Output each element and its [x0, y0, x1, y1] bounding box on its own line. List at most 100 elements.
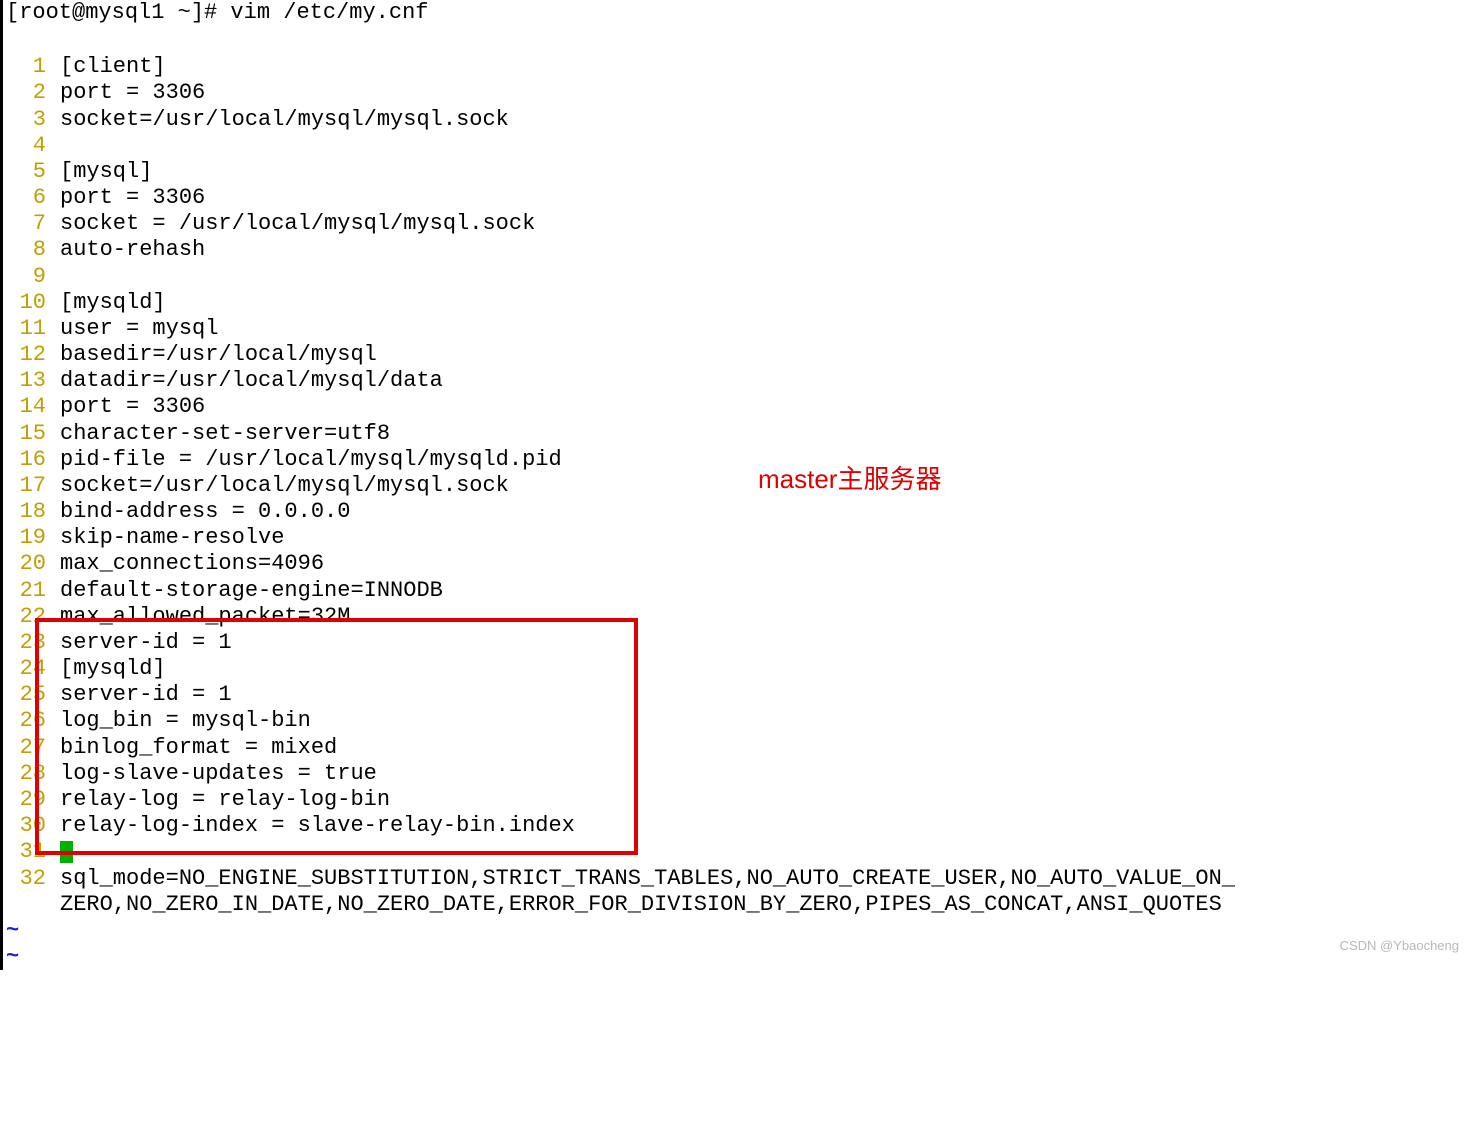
line-content[interactable]: [mysqld] [60, 290, 166, 316]
editor-line[interactable]: 20 max_connections=4096 [6, 551, 1467, 577]
line-number: 2 [6, 80, 46, 106]
editor-line[interactable]: 11 user = mysql [6, 316, 1467, 342]
line-content[interactable]: socket=/usr/local/mysql/mysql.sock [60, 107, 509, 133]
line-number: 31 [6, 839, 46, 865]
line-number: 8 [6, 237, 46, 263]
editor-line[interactable]: 18 bind-address = 0.0.0.0 [6, 499, 1467, 525]
editor-line[interactable]: 27 binlog_format = mixed [6, 735, 1467, 761]
line-content[interactable]: socket=/usr/local/mysql/mysql.sock [60, 473, 509, 499]
line-content[interactable]: max_allowed_packet=32M [60, 604, 350, 630]
vim-empty-line: ~ [6, 918, 1467, 944]
editor-line[interactable]: 25 server-id = 1 [6, 682, 1467, 708]
line-number: 20 [6, 551, 46, 577]
editor-line[interactable]: 22 max_allowed_packet=32M [6, 604, 1467, 630]
editor-line[interactable]: 30 relay-log-index = slave-relay-bin.inde… [6, 813, 1467, 839]
editor-line[interactable]: 23server-id = 1 [6, 630, 1467, 656]
line-number: 24 [6, 656, 46, 682]
line-number: 15 [6, 421, 46, 447]
line-content[interactable]: log-slave-updates = true [60, 761, 377, 787]
terminal-editor[interactable]: [root@mysql1 ~]# vim /etc/my.cnf 1 [clien… [0, 0, 1467, 970]
line-content[interactable]: sql_mode=NO_ENGINE_SUBSTITUTION,STRICT_T… [60, 866, 1235, 892]
shell-prompt-line: [root@mysql1 ~]# vim /etc/my.cnf [6, 0, 1467, 26]
line-number: 26 [6, 708, 46, 734]
line-number: 32 [6, 866, 46, 892]
line-number: 28 [6, 761, 46, 787]
line-number: 10 [6, 290, 46, 316]
line-content[interactable]: port = 3306 [60, 80, 205, 106]
line-number: 9 [6, 264, 46, 290]
editor-line[interactable]: 28 log-slave-updates = true [6, 761, 1467, 787]
editor-line[interactable]: 10 [mysqld] [6, 290, 1467, 316]
wrapped-line: ZERO,NO_ZERO_IN_DATE,NO_ZERO_DATE,ERROR_… [6, 892, 1467, 918]
editor-line[interactable]: 26 log_bin = mysql-bin [6, 708, 1467, 734]
line-content[interactable]: pid-file = /usr/local/mysql/mysqld.pid [60, 447, 562, 473]
line-number: 13 [6, 368, 46, 394]
editor-line[interactable]: 6 port = 3306 [6, 185, 1467, 211]
line-content[interactable]: default-storage-engine=INNODB [60, 578, 443, 604]
line-content[interactable]: basedir=/usr/local/mysql [60, 342, 377, 368]
line-content[interactable]: log_bin = mysql-bin [60, 708, 311, 734]
line-content[interactable]: max_connections=4096 [60, 551, 324, 577]
line-number: 30 [6, 813, 46, 839]
line-content[interactable]: skip-name-resolve [60, 525, 284, 551]
line-content[interactable]: relay-log-index = slave-relay-bin.index [60, 813, 575, 839]
line-content[interactable] [60, 839, 73, 865]
editor-line[interactable]: 8 auto-rehash [6, 237, 1467, 263]
line-content[interactable]: server-id = 1 [60, 630, 232, 656]
editor-line[interactable]: 13 datadir=/usr/local/mysql/data [6, 368, 1467, 394]
editor-line[interactable]: 4 [6, 133, 1467, 159]
editor-line[interactable]: 3 socket=/usr/local/mysql/mysql.sock [6, 107, 1467, 133]
editor-line[interactable]: 31 [6, 839, 1467, 865]
line-number: 25 [6, 682, 46, 708]
line-number: 19 [6, 525, 46, 551]
editor-line[interactable]: 24 [mysqld] [6, 656, 1467, 682]
line-content[interactable]: port = 3306 [60, 185, 205, 211]
line-content[interactable]: user = mysql [60, 316, 218, 342]
line-content[interactable]: bind-address = 0.0.0.0 [60, 499, 350, 525]
line-number: 18 [6, 499, 46, 525]
editor-line[interactable]: 14 port = 3306 [6, 394, 1467, 420]
line-content[interactable]: relay-log = relay-log-bin [60, 787, 390, 813]
line-number: 11 [6, 316, 46, 342]
editor-line[interactable]: 1 [client] [6, 54, 1467, 80]
editor-line[interactable]: 12 basedir=/usr/local/mysql [6, 342, 1467, 368]
editor-line[interactable]: 15 character-set-server=utf8 [6, 421, 1467, 447]
cursor [60, 841, 73, 863]
editor-line[interactable]: 29 relay-log = relay-log-bin [6, 787, 1467, 813]
line-number: 29 [6, 787, 46, 813]
line-number: 12 [6, 342, 46, 368]
line-number: 17 [6, 473, 46, 499]
line-number: 27 [6, 735, 46, 761]
editor-line[interactable]: 32 sql_mode=NO_ENGINE_SUBSTITUTION,STRICT… [6, 866, 1467, 892]
editor-line[interactable]: 2 port = 3306 [6, 80, 1467, 106]
line-content[interactable]: socket = /usr/local/mysql/mysql.sock [60, 211, 535, 237]
editor-line[interactable]: 17 socket=/usr/local/mysql/mysql.sock [6, 473, 1467, 499]
line-number: 16 [6, 447, 46, 473]
editor-line[interactable]: 16 pid-file = /usr/local/mysql/mysqld.pid [6, 447, 1467, 473]
line-number: 4 [6, 133, 46, 159]
line-number: 1 [6, 54, 46, 80]
annotation-label: master主服务器 [758, 464, 941, 495]
line-content[interactable]: auto-rehash [60, 237, 205, 263]
line-content[interactable]: [mysql] [60, 159, 152, 185]
line-content[interactable]: [mysqld] [60, 656, 166, 682]
vim-empty-line: ~ [6, 944, 1467, 970]
line-content[interactable]: [client] [60, 54, 166, 80]
line-number: 5 [6, 159, 46, 185]
line-content[interactable]: server-id = 1 [60, 682, 232, 708]
editor-line[interactable]: 21 default-storage-engine=INNODB [6, 578, 1467, 604]
line-content[interactable]: port = 3306 [60, 394, 205, 420]
line-number: 6 [6, 185, 46, 211]
line-content[interactable]: character-set-server=utf8 [60, 421, 390, 447]
line-number: 21 [6, 578, 46, 604]
editor-line[interactable]: 7 socket = /usr/local/mysql/mysql.sock [6, 211, 1467, 237]
line-number: 22 [6, 604, 46, 630]
line-number: 14 [6, 394, 46, 420]
editor-line[interactable]: 19 skip-name-resolve [6, 525, 1467, 551]
line-content[interactable]: datadir=/usr/local/mysql/data [60, 368, 443, 394]
line-content[interactable]: binlog_format = mixed [60, 735, 337, 761]
line-number: 3 [6, 107, 46, 133]
editor-line[interactable]: 5 [mysql] [6, 159, 1467, 185]
line-number: 7 [6, 211, 46, 237]
editor-line[interactable]: 9 [6, 264, 1467, 290]
